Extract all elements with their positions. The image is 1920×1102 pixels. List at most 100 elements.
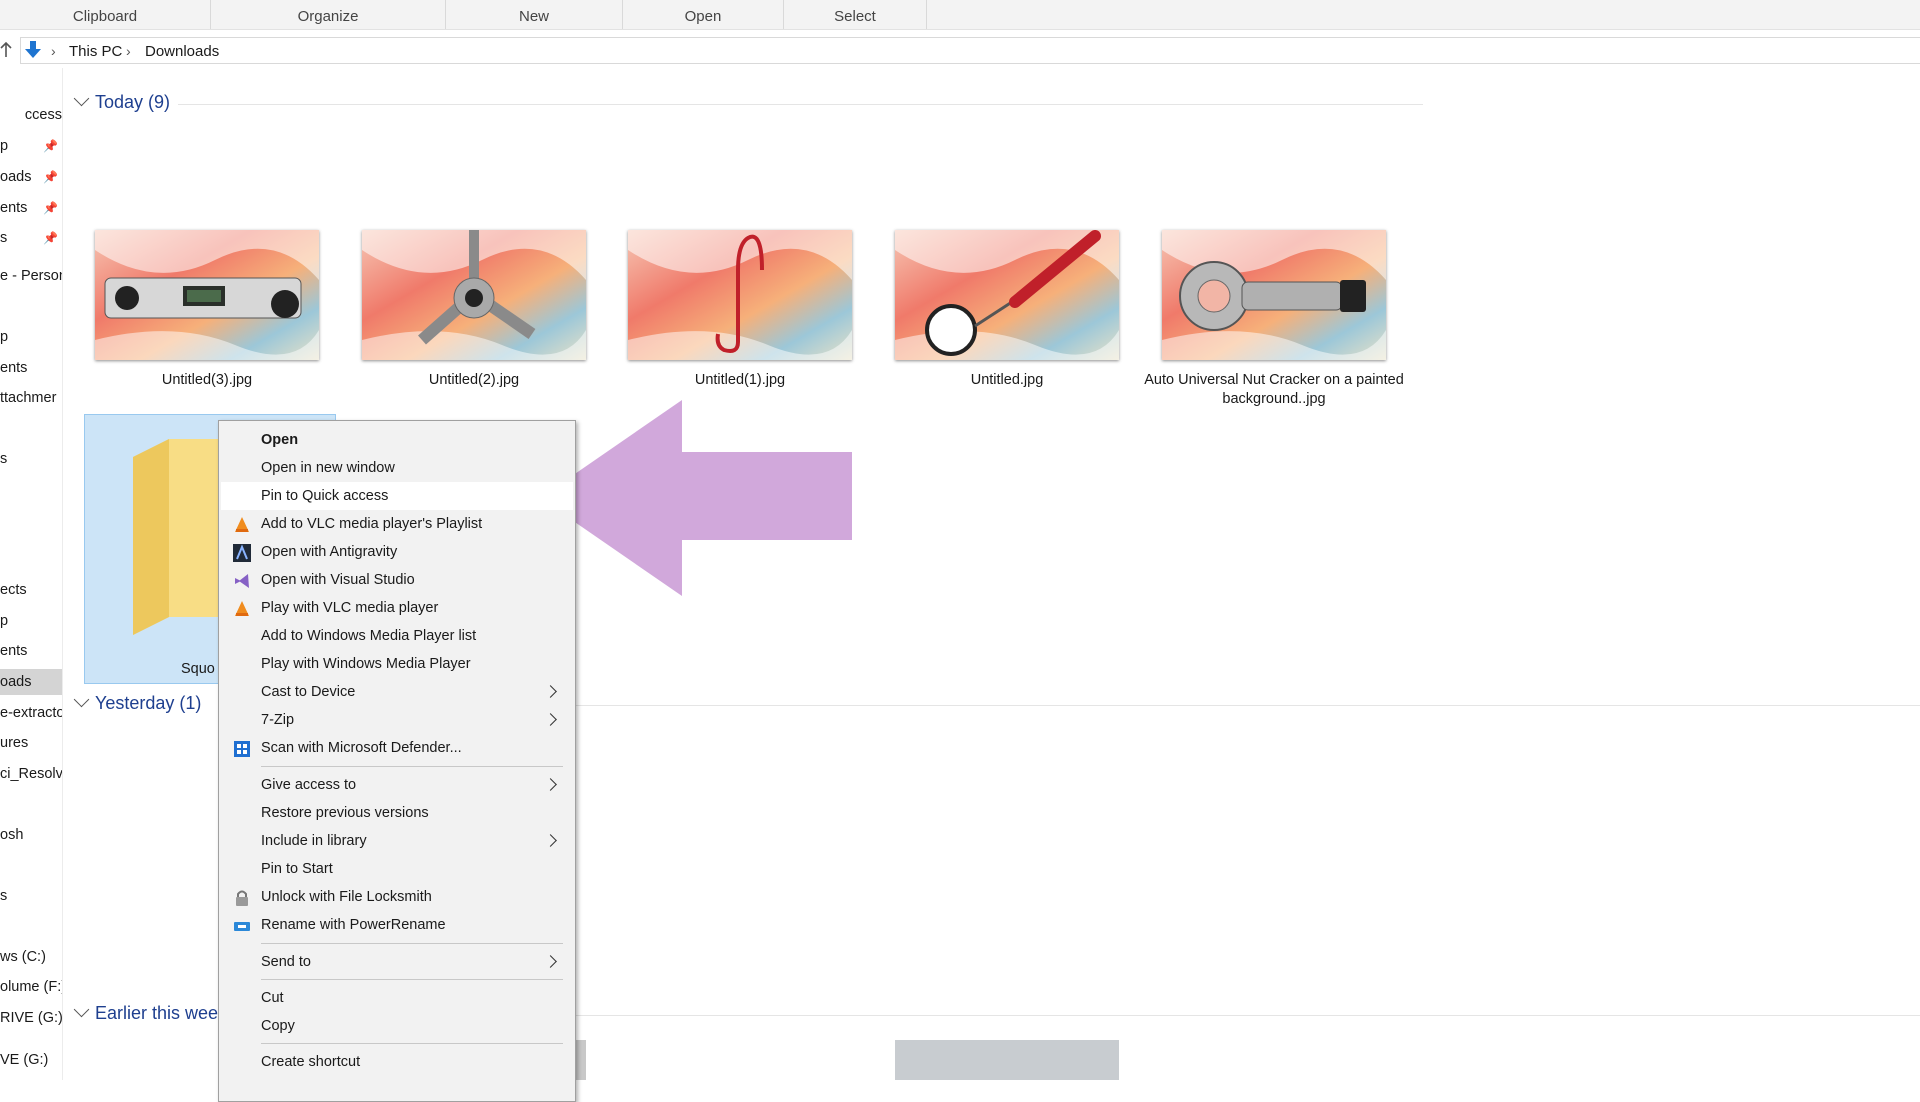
- powerrename-icon: [234, 922, 250, 931]
- nav-item[interactable]: ents: [0, 355, 62, 381]
- menu-item-open[interactable]: Open: [221, 426, 573, 454]
- menu-item-pin-start[interactable]: Pin to Start: [221, 855, 573, 883]
- nav-item-label: p: [0, 329, 9, 345]
- nav-item[interactable]: ci_Resolv: [0, 761, 62, 787]
- pin-icon: 📌: [43, 201, 58, 215]
- breadcrumb-separator: ›: [51, 43, 56, 59]
- menu-item-file-locksmith[interactable]: Unlock with File Locksmith: [221, 883, 573, 911]
- thumbnail-untitled-2[interactable]: [362, 230, 586, 360]
- menu-item-pin-quick-access[interactable]: Pin to Quick access: [221, 482, 573, 510]
- nav-item-drive[interactable]: olume (F:): [0, 974, 62, 1000]
- menu-item-send-to[interactable]: Send to: [221, 948, 573, 976]
- thumbnail-untitled-1[interactable]: [628, 230, 852, 360]
- breadcrumb-separator: ›: [126, 43, 131, 59]
- nav-item[interactable]: ents 📌: [0, 195, 62, 221]
- nav-item-label: ures: [0, 735, 29, 751]
- lock-icon: [236, 890, 248, 906]
- breadcrumb-this-pc[interactable]: This PC: [69, 43, 122, 60]
- menu-item-include-library[interactable]: Include in library: [221, 827, 573, 855]
- nav-item-label: oads: [0, 674, 32, 690]
- group-header-label: Yesterday (1): [95, 693, 202, 713]
- menu-item-play-vlc[interactable]: Play with VLC media player: [221, 594, 573, 622]
- nav-item[interactable]: ccess: [0, 102, 62, 128]
- menu-item-antigravity[interactable]: Open with Antigravity: [221, 538, 573, 566]
- address-row: › This PC › Downloads: [0, 30, 1920, 68]
- menu-item-cut[interactable]: Cut: [221, 984, 573, 1012]
- menu-item-open-new-window[interactable]: Open in new window: [221, 454, 573, 482]
- nav-item[interactable]: osh: [0, 822, 62, 848]
- ribbon-group-organize[interactable]: Organize: [211, 0, 446, 29]
- group-divider: [574, 1015, 1920, 1016]
- menu-item-defender-scan[interactable]: Scan with Microsoft Defender...: [221, 734, 573, 762]
- navigation-pane[interactable]: ccess p 📌 oads 📌 ents 📌 s 📌 e - Person p ent…: [0, 68, 63, 1080]
- nav-item-drive[interactable]: VE (G:): [0, 1047, 62, 1073]
- file-name[interactable]: Untitled(1).jpg: [610, 371, 870, 390]
- chevron-down-icon: [73, 1001, 90, 1018]
- nav-item[interactable]: ures: [0, 730, 62, 756]
- nav-item[interactable]: e-extracto: [0, 700, 62, 726]
- nav-item-label: e - Person: [0, 268, 62, 284]
- menu-item-label: Cut: [261, 990, 284, 1006]
- nav-item-label: oads: [0, 169, 32, 185]
- nav-item-label: s: [0, 888, 8, 904]
- menu-item-label: 7-Zip: [261, 712, 295, 728]
- nav-item[interactable]: p: [0, 608, 62, 634]
- file-name[interactable]: Untitled(2).jpg: [344, 371, 604, 390]
- nav-item[interactable]: s 📌: [0, 225, 62, 251]
- menu-item-vlc-playlist[interactable]: Add to VLC media player's Playlist: [221, 510, 573, 538]
- antigravity-icon: [233, 544, 251, 562]
- nav-item-drive[interactable]: RIVE (G:): [0, 1005, 62, 1031]
- menu-item-cast-to-device[interactable]: Cast to Device: [221, 678, 573, 706]
- menu-item-label: Send to: [261, 954, 311, 970]
- menu-item-7zip[interactable]: 7-Zip: [221, 706, 573, 734]
- menu-item-wmp-play[interactable]: Play with Windows Media Player: [221, 650, 573, 678]
- nav-item[interactable]: ttachmer: [0, 385, 62, 411]
- group-header-earlier[interactable]: Earlier this week: [73, 1001, 227, 1024]
- menu-separator: [261, 979, 563, 980]
- menu-item-power-rename[interactable]: Rename with PowerRename: [221, 911, 573, 939]
- menu-item-wmp-add[interactable]: Add to Windows Media Player list: [221, 622, 573, 650]
- nav-item[interactable]: s: [0, 883, 62, 909]
- up-arrow-icon[interactable]: [0, 41, 12, 59]
- ribbon-group-open[interactable]: Open: [623, 0, 784, 29]
- menu-item-visual-studio[interactable]: Open with Visual Studio: [221, 566, 573, 594]
- ribbon-group-select[interactable]: Select: [784, 0, 927, 29]
- menu-item-restore-versions[interactable]: Restore previous versions: [221, 799, 573, 827]
- menu-item-create-shortcut[interactable]: Create shortcut: [221, 1048, 573, 1076]
- menu-item-copy[interactable]: Copy: [221, 1012, 573, 1040]
- menu-item-label: Create shortcut: [261, 1054, 361, 1070]
- thumbnail-untitled-3[interactable]: [95, 230, 319, 360]
- address-bar[interactable]: › This PC › Downloads: [20, 37, 1920, 64]
- breadcrumb-downloads[interactable]: Downloads: [145, 43, 219, 60]
- nav-item[interactable]: p: [0, 324, 62, 350]
- thumbnail-untitled[interactable]: [895, 230, 1119, 360]
- nav-item[interactable]: s: [0, 446, 62, 472]
- group-header-today[interactable]: Today (9): [73, 90, 170, 113]
- menu-item-label: Copy: [261, 1018, 295, 1034]
- file-name[interactable]: Auto Universal Nut Cracker on a painted …: [1144, 371, 1404, 409]
- menu-item-label: Unlock with File Locksmith: [261, 889, 432, 905]
- thumbnail-nut-cracker[interactable]: [1162, 230, 1386, 360]
- nav-item-label: s: [0, 230, 8, 246]
- nav-item[interactable]: ents: [0, 638, 62, 664]
- nav-item-label: ttachmer: [0, 390, 57, 406]
- downloads-icon: [25, 41, 41, 58]
- context-menu[interactable]: Open Open in new window Pin to Quick acc…: [218, 420, 576, 1102]
- group-header-yesterday[interactable]: Yesterday (1): [73, 691, 202, 714]
- ribbon-group-new[interactable]: New: [446, 0, 623, 29]
- nav-item[interactable]: ects: [0, 577, 62, 603]
- partial-thumbnail[interactable]: [895, 1040, 1119, 1080]
- folder-name[interactable]: Squo: [181, 661, 215, 677]
- nav-item[interactable]: oads 📌: [0, 164, 62, 190]
- nav-item[interactable]: p 📌: [0, 133, 62, 159]
- defender-icon: [234, 741, 250, 757]
- nav-item[interactable]: e - Person: [0, 263, 62, 289]
- chevron-down-icon: [73, 90, 90, 107]
- nav-item-drive[interactable]: ws (C:): [0, 944, 62, 970]
- ribbon-group-clipboard[interactable]: Clipboard: [0, 0, 211, 29]
- menu-item-give-access[interactable]: Give access to: [221, 771, 573, 799]
- menu-item-label: Include in library: [261, 833, 367, 849]
- file-name[interactable]: Untitled(3).jpg: [77, 371, 337, 390]
- file-name[interactable]: Untitled.jpg: [877, 371, 1137, 390]
- nav-item-downloads[interactable]: oads: [0, 669, 62, 695]
